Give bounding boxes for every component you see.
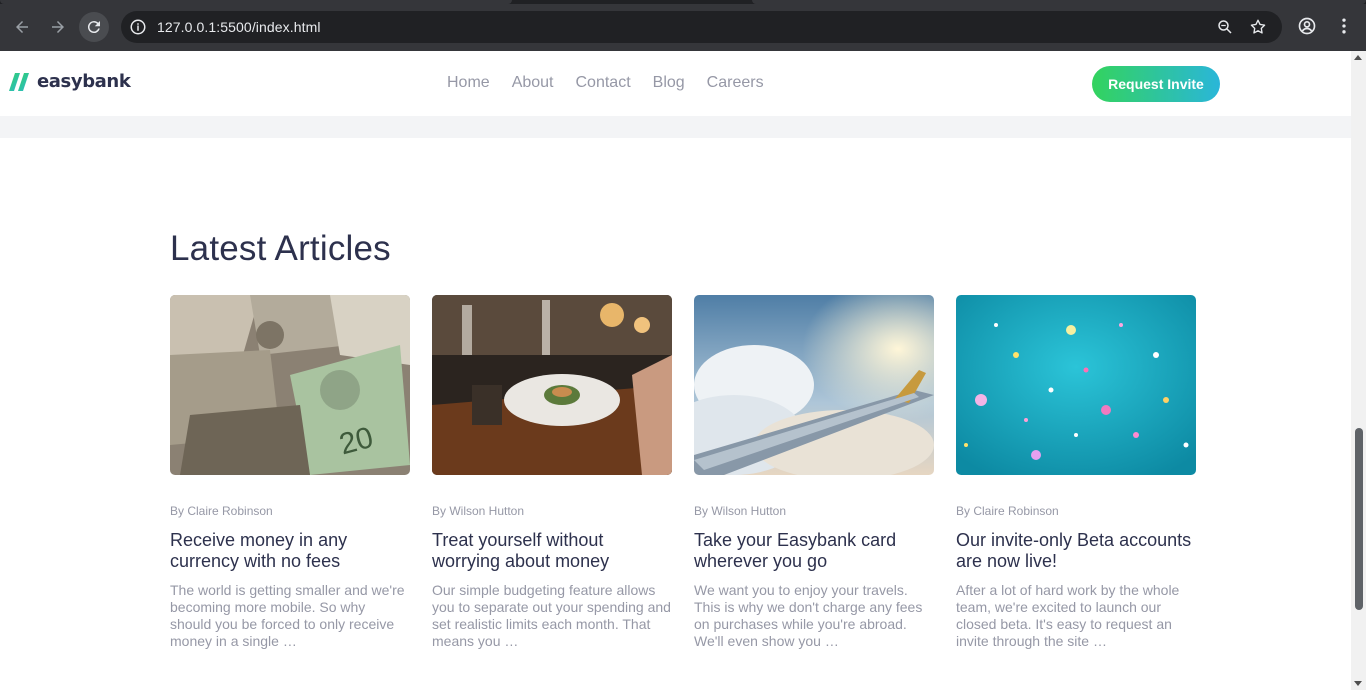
zoom-icon[interactable] [1216,18,1234,36]
currency-photo: 20 [170,295,410,475]
article-excerpt: Our simple budgeting feature allows you … [432,582,671,649]
scroll-down-icon[interactable] [1354,681,1362,686]
article-excerpt: We want you to enjoy your travels. This … [694,582,923,649]
nav-about[interactable]: About [512,74,554,92]
page-viewport: easybank Home About Contact Blog Careers… [0,51,1351,690]
article-card[interactable]: 20 By Claire Robinson Receive money in a… [170,295,410,650]
article-author: By Wilson Hutton [694,504,787,518]
nav-home[interactable]: Home [447,74,490,92]
currency-image[interactable]: 20 [170,295,410,475]
site-header: easybank Home About Contact Blog Careers… [0,51,1351,116]
confetti-image[interactable] [956,295,1196,475]
confetti-photo [956,295,1196,475]
tab[interactable] [0,0,512,4]
bookmark-star-icon[interactable] [1249,18,1267,36]
article-title[interactable]: Take your Easybank card wherever you go [694,530,934,572]
article-author: By Wilson Hutton [432,504,525,518]
article-excerpt: After a lot of hard work by the whole te… [956,582,1180,649]
browser-toolbar: 127.0.0.1:5500/index.html [0,0,1366,51]
nav-blog[interactable]: Blog [653,74,685,92]
forward-button[interactable] [43,12,73,42]
arrow-left-icon [16,21,28,33]
nav-careers[interactable]: Careers [707,74,764,92]
article-title[interactable]: Our invite-only Beta accounts are now li… [956,530,1196,572]
reload-icon [87,21,100,34]
tab[interactable] [752,0,1366,4]
article-author: By Claire Robinson [956,504,1059,518]
article-author: By Claire Robinson [170,504,273,518]
restaurant-photo [432,295,672,475]
main-nav: Home About Contact Blog Careers [447,74,764,92]
plane-image[interactable] [694,295,934,475]
back-button[interactable] [7,12,37,42]
url-text[interactable]: 127.0.0.1:5500/index.html [157,19,321,35]
nav-contact[interactable]: Contact [576,74,631,92]
scroll-up-icon[interactable] [1354,55,1362,60]
article-title[interactable]: Treat yourself without worrying about mo… [432,530,672,572]
article-title[interactable]: Receive money in any currency with no fe… [170,530,410,572]
article-card[interactable]: By Wilson Hutton Take your Easybank card… [694,295,934,650]
address-bar[interactable]: 127.0.0.1:5500/index.html [121,11,1282,43]
easybank-logo-icon [9,72,29,91]
restaurant-image[interactable] [432,295,672,475]
plane-photo [694,295,934,475]
section-title: Latest Articles [170,229,391,268]
info-icon[interactable] [129,18,147,36]
logo[interactable]: easybank [9,71,131,92]
scrollbar-thumb[interactable] [1355,428,1363,610]
reload-button[interactable] [79,12,109,42]
article-card[interactable]: By Wilson Hutton Treat yourself without … [432,295,672,650]
article-excerpt: The world is getting smaller and we're b… [170,582,405,649]
kebab-menu-icon[interactable] [1334,16,1354,36]
arrow-right-icon [52,21,64,33]
section-divider [0,116,1351,138]
vertical-scrollbar[interactable] [1351,51,1366,690]
profile-icon[interactable] [1297,16,1317,36]
logo-text: easybank [37,71,131,92]
request-invite-button[interactable]: Request Invite [1092,66,1220,102]
article-card[interactable]: By Claire Robinson Our invite-only Beta … [956,295,1196,650]
